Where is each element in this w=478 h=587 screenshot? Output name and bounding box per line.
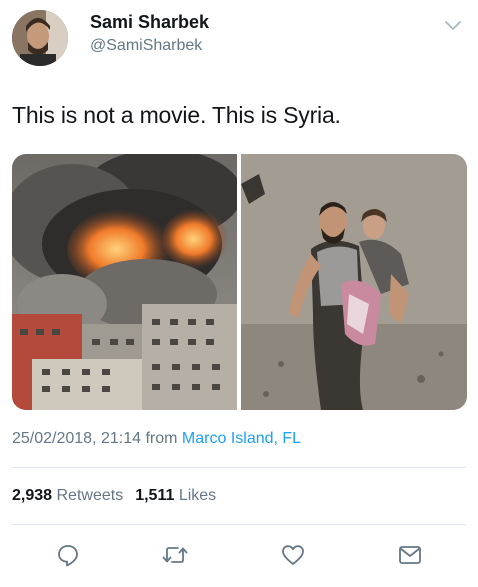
retweets-count: 2,938 — [12, 487, 53, 504]
retweet-icon — [162, 547, 188, 563]
reply-icon — [58, 545, 78, 567]
media-image-explosion[interactable] — [12, 154, 237, 410]
heart-icon — [282, 545, 304, 565]
tweet-actions — [0, 540, 478, 570]
direct-message-button[interactable] — [395, 540, 425, 570]
envelope-icon — [399, 546, 421, 564]
avatar-image — [12, 10, 68, 66]
tweet-stats: 2,938 Retweets 1,511 Likes — [12, 487, 216, 505]
location-link[interactable]: Marco Island, FL — [182, 430, 301, 447]
divider-top — [12, 467, 466, 468]
reply-button[interactable] — [53, 540, 83, 570]
author-handle[interactable]: @SamiSharbek — [90, 37, 202, 55]
likes-stat[interactable]: 1,511 Likes — [135, 487, 216, 504]
tweet-meta: 25/02/2018, 21:14 from Marco Island, FL — [12, 430, 301, 448]
tweet-menu-button[interactable] — [442, 14, 464, 36]
tweet-text: This is not a movie. This is Syria. — [12, 102, 341, 128]
chevron-down-icon — [445, 21, 461, 30]
retweets-stat[interactable]: 2,938 Retweets — [12, 487, 123, 504]
rescue-photo — [241, 154, 467, 410]
likes-label: Likes — [178, 487, 217, 504]
retweet-button[interactable] — [160, 540, 190, 570]
divider-bottom — [12, 524, 466, 525]
media-image-man-carrying-child[interactable] — [241, 154, 467, 410]
likes-count: 1,511 — [135, 487, 175, 504]
avatar[interactable] — [12, 10, 68, 66]
author-name[interactable]: Sami Sharbek — [90, 12, 209, 33]
like-button[interactable] — [278, 540, 308, 570]
tweet-media — [12, 154, 467, 410]
tweet-timestamp[interactable]: 25/02/2018, 21:14 — [12, 430, 141, 447]
from-label: from — [145, 430, 178, 447]
retweets-label: Retweets — [56, 487, 124, 504]
explosion-photo — [12, 154, 237, 410]
